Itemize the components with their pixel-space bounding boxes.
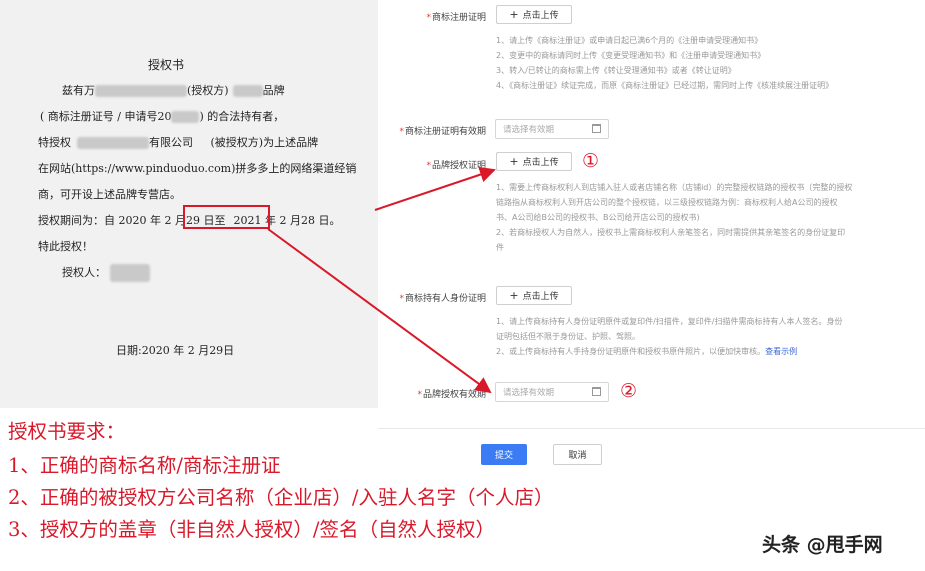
arrow-to-brand-auth <box>374 166 496 211</box>
watermark: 头条 @甩手网 <box>762 534 883 556</box>
arrow-to-brand-validity <box>267 228 492 394</box>
requirements-title: 授权书要求： <box>8 420 126 443</box>
requirement-item-1: 1、正确的商标名称/商标注册证 <box>8 454 281 477</box>
requirement-item-3: 3、授权方的盖章（非自然人授权）/签名（自然人授权） <box>8 518 495 541</box>
requirement-item-2: 2、正确的被授权方公司名称（企业店）/入驻人名字（个人店） <box>8 486 554 509</box>
